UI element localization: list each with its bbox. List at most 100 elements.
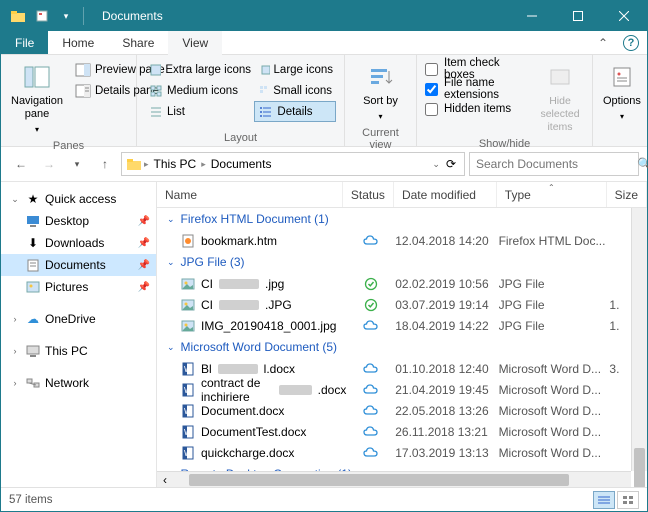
help-icon[interactable]: ? (623, 35, 639, 51)
file-icon: W (181, 404, 195, 418)
minimize-button[interactable] (509, 1, 555, 31)
tree-onedrive[interactable]: ›☁OneDrive (1, 308, 156, 330)
ribbon-tabs: File Home Share View ⌃ ? (1, 31, 647, 55)
collapse-ribbon-icon[interactable]: ⌃ (591, 31, 615, 54)
tree-documents[interactable]: Documents📌 (1, 254, 156, 276)
search-icon: 🔍 (637, 157, 648, 171)
layout-group-label: Layout (145, 130, 336, 144)
vertical-scrollbar[interactable] (631, 208, 647, 471)
file-row[interactable]: bookmark.htm12.04.2018 14:20Firefox HTML… (157, 230, 647, 251)
col-type[interactable]: ⌃Type (497, 182, 607, 207)
tree-desktop[interactable]: Desktop📌 (1, 210, 156, 232)
layout-small[interactable]: Small icons (254, 80, 336, 101)
pin-icon: 📌 (138, 216, 150, 227)
maximize-button[interactable] (555, 1, 601, 31)
cloud-status-icon (363, 447, 379, 459)
column-headers: Name Status Date modified ⌃Type Size (157, 182, 647, 208)
file-row[interactable]: CI.JPG03.07.2019 19:14JPG File1. (157, 294, 647, 315)
options-button[interactable]: Options ▾ (601, 59, 643, 125)
file-row[interactable]: WDocument.docx22.05.2018 13:26Microsoft … (157, 400, 647, 421)
address-bar[interactable]: ▸ This PC ▸ Documents ⌄ ⟳ (121, 152, 465, 176)
pin-icon: 📌 (138, 282, 150, 293)
layout-list[interactable]: List (145, 101, 254, 122)
tree-downloads[interactable]: ⬇Downloads📌 (1, 232, 156, 254)
cloud-status-icon (363, 405, 379, 417)
sort-by-button[interactable]: Sort by ▾ (353, 59, 408, 125)
back-button[interactable]: ← (9, 152, 33, 176)
svg-text:W: W (184, 365, 192, 374)
search-input[interactable] (476, 157, 631, 171)
layout-large[interactable]: Large icons (255, 59, 337, 80)
group-header[interactable]: ⌄JPG File (3) (157, 251, 647, 273)
navigation-tree: ⌄★Quick access Desktop📌 ⬇Downloads📌 Docu… (1, 182, 157, 487)
crumb-thispc[interactable]: This PC (151, 157, 200, 171)
titlebar: ▾ Documents (1, 1, 647, 31)
file-icon: W (181, 446, 195, 460)
file-icon (181, 234, 195, 248)
address-dropdown-icon[interactable]: ⌄ (432, 159, 440, 170)
navigation-pane-button[interactable]: Navigation pane ▾ (9, 59, 65, 138)
tab-home[interactable]: Home (48, 31, 108, 54)
crumb-documents[interactable]: Documents (208, 157, 275, 171)
hidden-items-toggle[interactable]: Hidden items (425, 99, 530, 119)
file-row[interactable]: Wquickcharge.docx17.03.2019 13:13Microso… (157, 442, 647, 463)
layout-medium[interactable]: Medium icons (145, 80, 254, 101)
file-icon: W (181, 383, 195, 397)
layout-details[interactable]: Details (254, 101, 336, 122)
close-button[interactable] (601, 1, 647, 31)
window-title: Documents (94, 9, 509, 23)
svg-text:W: W (184, 386, 192, 395)
group-header[interactable]: ⌄Microsoft Word Document (5) (157, 336, 647, 358)
forward-button[interactable]: → (37, 152, 61, 176)
cloud-status-icon (363, 384, 379, 396)
file-icon (181, 319, 195, 333)
col-status[interactable]: Status (343, 182, 394, 207)
folder-icon (126, 156, 142, 172)
file-icon (181, 298, 195, 312)
file-ext-toggle[interactable]: File name extensions (425, 79, 530, 99)
properties-icon[interactable] (31, 5, 53, 27)
layout-extra-large[interactable]: Extra large icons (145, 59, 255, 80)
refresh-icon[interactable]: ⟳ (442, 157, 460, 171)
col-name[interactable]: Name (157, 182, 343, 207)
ribbon: Navigation pane ▾ Preview pane Details p… (1, 55, 647, 147)
icons-view-button[interactable] (617, 491, 639, 509)
navigation-pane-label: Navigation pane (11, 95, 63, 121)
pin-icon: 📌 (138, 238, 150, 249)
hide-selected-button[interactable]: Hide selected items (536, 59, 584, 136)
history-dropdown[interactable]: ▾ (65, 152, 89, 176)
tree-network[interactable]: ›Network (1, 372, 156, 394)
tab-share[interactable]: Share (108, 31, 168, 54)
search-box[interactable]: 🔍 (469, 152, 639, 176)
file-list: Name Status Date modified ⌃Type Size ⌄Fi… (157, 182, 647, 487)
item-count: 57 items (9, 494, 52, 506)
col-size[interactable]: Size (607, 182, 647, 207)
tab-file[interactable]: File (1, 31, 48, 54)
cloud-status-icon (363, 235, 379, 247)
col-date[interactable]: Date modified (394, 182, 497, 207)
details-view-button[interactable] (593, 491, 615, 509)
horizontal-scrollbar[interactable]: ‹ (157, 471, 631, 487)
up-button[interactable]: ↑ (93, 152, 117, 176)
file-icon (181, 277, 195, 291)
file-row[interactable]: IMG_20190418_0001.jpg18.04.2019 14:22JPG… (157, 315, 647, 336)
cloud-status-icon (363, 320, 379, 332)
file-row[interactable]: Wcontract de inchiriere.docx21.04.2019 1… (157, 379, 647, 400)
item-check-boxes-toggle[interactable]: Item check boxes (425, 59, 530, 79)
group-header[interactable]: ⌄Firefox HTML Document (1) (157, 208, 647, 230)
cloud-status-icon (363, 426, 379, 438)
tree-pictures[interactable]: Pictures📌 (1, 276, 156, 298)
sort-by-label: Sort by (363, 95, 398, 108)
pin-icon: 📌 (138, 260, 150, 271)
tree-thispc[interactable]: ›This PC (1, 340, 156, 362)
file-row[interactable]: CI.jpg02.02.2019 10:56JPG File (157, 273, 647, 294)
svg-text:W: W (184, 407, 192, 416)
file-row[interactable]: WDocumentTest.docx26.11.2018 13:21Micros… (157, 421, 647, 442)
status-bar: 57 items (1, 487, 647, 511)
navbar: ← → ▾ ↑ ▸ This PC ▸ Documents ⌄ ⟳ 🔍 (1, 147, 647, 181)
cloud-status-icon (363, 363, 379, 375)
qat-dropdown-icon[interactable]: ▾ (55, 5, 77, 27)
tab-view[interactable]: View (168, 31, 222, 54)
file-icon: W (181, 425, 195, 439)
tree-quick-access[interactable]: ⌄★Quick access (1, 188, 156, 210)
